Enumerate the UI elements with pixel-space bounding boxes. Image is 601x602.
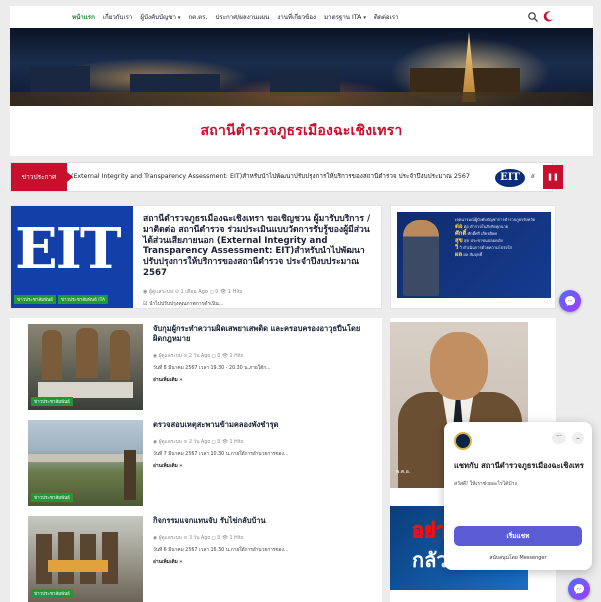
search-icon[interactable]: [527, 11, 539, 23]
post-title[interactable]: ตรวจสอบเหตุสะพานข้ามคลองพังชำรุด: [153, 420, 368, 430]
nav-item-label: มาตรฐาน ITA: [324, 14, 362, 21]
banner-line: วิ วิ ดำเนินการด้วยความโปร่งใส: [455, 244, 512, 251]
category-tag[interactable]: ข่าวประชาสัมพันธ์: [14, 295, 56, 304]
read-more-link[interactable]: อ่านเพิ่มเติม »: [153, 462, 183, 470]
list-item: ข่าวประชาสัมพันธ์ จับกุมผู้กระทำความผิดเ…: [28, 324, 378, 410]
powered-by-messenger: สนับสนุนโดย Messenger: [489, 555, 547, 561]
nav-menu: หน้าแรก เกี่ยวกับเรา ผู้บังคับบัญชา ▾ กต.…: [72, 6, 399, 28]
news-ticker: ข่าวประกาศ (External Integrity and Trans…: [10, 162, 563, 192]
category-tag[interactable]: ข่าวประชาสัมพันธ์: [31, 493, 73, 502]
poster-text: กลัว: [412, 548, 448, 572]
featured-thumbnail[interactable]: EIT ข่าวประชาสัมพันธ์ ข่าวประชาสัมพันธ์ …: [11, 206, 133, 308]
chevron-down-icon: ▾: [363, 15, 366, 21]
messenger-chat-popup: ··· – แชทกับ สถานีตำรวจภูธรเมืองฉะเชิงเท…: [444, 422, 592, 570]
side-banner: เจตนารมณ์ผู้บังคับบัญชาการตำรวจภูธรจังหว…: [390, 205, 556, 309]
messenger-icon[interactable]: [559, 290, 581, 312]
banner-line: ผล ผล สัมฤทธิ์: [455, 251, 483, 258]
post-thumbnail[interactable]: ข่าวประชาสัมพันธ์: [28, 420, 143, 506]
banner-line: สุข สุข ประชาชนปลอดภัย: [455, 237, 503, 244]
post-excerpt: วันที่ 7 มีนาคม 2567 เวลา 10.30 น.ภายใต้…: [153, 452, 289, 457]
featured-post: EIT ข่าวประชาสัมพันธ์ ข่าวประชาสัมพันธ์ …: [10, 205, 382, 309]
list-item: ข่าวประชาสัมพันธ์ กิจกรรมแจกแทนจับ รับไข…: [28, 516, 378, 602]
banner-line: ศักดิ์ ศักดิ์ศรี เกียรติยศ: [455, 230, 497, 237]
read-more-link[interactable]: อ่านเพิ่มเติม »: [153, 558, 183, 566]
nav-item-label: ผู้บังคับบัญชา: [140, 14, 176, 21]
category-tag[interactable]: ข่าวประชาสัมพันธ์: [31, 589, 73, 598]
nav-item-ita[interactable]: มาตรฐาน ITA ▾: [324, 12, 366, 22]
site-title: สถานีตำรวจภูธรเมืองฉะเชิงเทรา: [200, 123, 403, 139]
ticker-label: ข่าวประกาศ: [11, 163, 73, 191]
post-meta: ◉ ผู้ดูแลระบบ ⊙ 1 เดือน Ago ◻ 0 👁 1 Hits: [143, 289, 243, 295]
post-title[interactable]: จับกุมผู้กระทำความผิดเสพยาเสพติด และครอบ…: [153, 324, 368, 344]
banner-line: เจตนารมณ์ผู้บังคับบัญชาการตำรวจภูธรจังหว…: [455, 217, 536, 222]
pause-icon[interactable]: ❚❚: [543, 165, 563, 189]
list-item: ข่าวประชาสัมพันธ์ ตรวจสอบเหตุสะพานข้ามคล…: [28, 420, 378, 506]
chat-title: แชทกับ สถานีตำรวจภูธรเมืองฉะเชิงเทรา: [454, 461, 584, 470]
ticker-tail: ส: [531, 173, 535, 180]
post-thumbnail[interactable]: ข่าวประชาสัมพันธ์: [28, 324, 143, 410]
post-title[interactable]: กิจกรรมแจกแทนจับ รับไข่กลับบ้าน: [153, 516, 368, 526]
page-logo: [454, 432, 472, 450]
post-list: ข่าวประชาสัมพันธ์ จับกุมผู้กระทำความผิดเ…: [10, 318, 382, 602]
minimize-icon[interactable]: –: [572, 432, 584, 444]
featured-thumbnail-text: EIT: [15, 216, 122, 282]
read-more-link[interactable]: อ่านเพิ่มเติม »: [153, 376, 183, 384]
chat-greeting: สวัสดี! ให้เราช่วยอะไรได้บ้าง: [454, 481, 517, 487]
nav-item-contact[interactable]: ติดต่อเรา: [374, 12, 399, 22]
post-meta: ◉ ผู้ดูแลระบบ ⊙ 3 วัน Ago ◻ 0 👁 1 Hits: [153, 536, 244, 541]
ticker-text[interactable]: (External Integrity and Transparency Ass…: [71, 163, 481, 191]
side-banner-image[interactable]: เจตนารมณ์ผู้บังคับบัญชาการตำรวจภูธรจังหว…: [397, 212, 551, 298]
poster-text: อย่า: [412, 518, 448, 543]
officer-photo: [403, 220, 439, 296]
portrait-caption: พ.ต.อ.: [396, 469, 411, 475]
post-thumbnail[interactable]: ข่าวประชาสัมพันธ์: [28, 516, 143, 602]
post-excerpt: วันที่ 6 มีนาคม 2567 เวลา 16.30 น.ภายใต้…: [153, 548, 289, 553]
hero-banner-image: [10, 28, 593, 106]
nav-item-about[interactable]: เกี่ยวกับเรา: [103, 12, 133, 22]
nav-item-home[interactable]: หน้าแรก: [72, 12, 95, 22]
moon-icon[interactable]: [543, 10, 555, 22]
top-navigation: หน้าแรก เกี่ยวกับเรา ผู้บังคับบัญชา ▾ กต.…: [10, 6, 593, 28]
category-tag[interactable]: ข่าวประชาสัมพันธ์: [31, 397, 73, 406]
post-meta: ◉ ผู้ดูแลระบบ ⊙ 2 วัน Ago ◻ 0 👁 1 Hits: [153, 354, 244, 359]
start-chat-button[interactable]: เริ่มแชท: [454, 526, 582, 546]
chevron-down-icon: ▾: [177, 15, 181, 21]
banner-line: ต่อ ต่อ ตำรวจในสังกัดทุกนาย: [455, 223, 509, 230]
post-meta: ◉ ผู้ดูแลระบบ ⊙ 2 วัน Ago ◻ 0 👁 1 Hits: [153, 440, 244, 445]
messenger-icon[interactable]: [568, 578, 590, 600]
post-excerpt: ☑ นำไปปรับปรุงคุณภาพการดำเนิน...: [143, 301, 224, 307]
nav-item-announcements[interactable]: ประกาศ/ผลงานแผน: [215, 12, 269, 22]
category-tag[interactable]: ข่าวประชาสัมพันธ์ ITA: [57, 295, 109, 304]
ticker-eit-badge: EIT: [495, 169, 525, 187]
nav-item-committee[interactable]: กต.ตร.: [188, 12, 207, 22]
site-header: สถานีตำรวจภูธรเมืองฉะเชิงเทรา: [10, 106, 593, 156]
post-excerpt: วันที่ 8 มีนาคม 2567 เวลา 19.30 - 20.30 …: [153, 366, 271, 371]
more-options-icon[interactable]: ···: [552, 432, 566, 444]
featured-title[interactable]: สถานีตำรวจภูธรเมืองฉะเชิงเทรา ขอเชิญชวน …: [143, 214, 375, 279]
nav-item-commanders[interactable]: ผู้บังคับบัญชา ▾: [140, 12, 180, 22]
nav-item-related[interactable]: งานที่เกี่ยวข้อง: [277, 12, 316, 22]
